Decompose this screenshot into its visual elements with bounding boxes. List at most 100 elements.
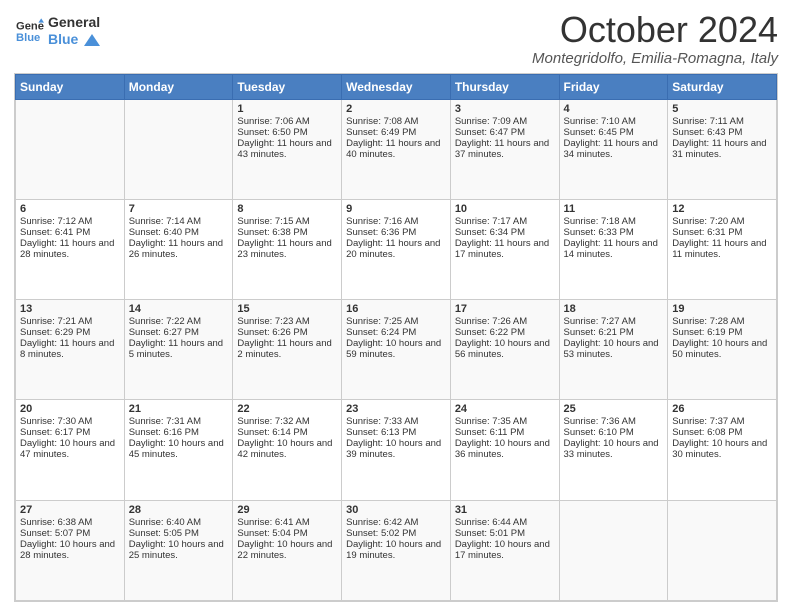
calendar-cell	[124, 99, 233, 199]
day-number: 23	[346, 403, 446, 415]
sunrise-text: Sunrise: 7:20 AM	[672, 216, 772, 227]
calendar-cell: 27Sunrise: 6:38 AMSunset: 5:07 PMDayligh…	[16, 500, 125, 600]
sunrise-text: Sunrise: 6:42 AM	[346, 517, 446, 528]
calendar-cell: 2Sunrise: 7:08 AMSunset: 6:49 PMDaylight…	[342, 99, 451, 199]
day-number: 6	[20, 203, 120, 215]
sunset-text: Sunset: 6:19 PM	[672, 327, 772, 338]
day-number: 30	[346, 504, 446, 516]
day-number: 28	[129, 504, 229, 516]
col-friday: Friday	[559, 74, 668, 99]
calendar-cell: 13Sunrise: 7:21 AMSunset: 6:29 PMDayligh…	[16, 300, 125, 400]
calendar-header: Sunday Monday Tuesday Wednesday Thursday…	[16, 74, 777, 99]
sunrise-text: Sunrise: 7:30 AM	[20, 416, 120, 427]
header: General Blue General Blue October 2024 M…	[14, 10, 778, 67]
sunrise-text: Sunrise: 7:06 AM	[237, 116, 337, 127]
day-number: 21	[129, 403, 229, 415]
sunrise-text: Sunrise: 7:33 AM	[346, 416, 446, 427]
day-number: 14	[129, 303, 229, 315]
day-number: 4	[564, 103, 664, 115]
sunset-text: Sunset: 6:13 PM	[346, 427, 446, 438]
daylight-text: Daylight: 11 hours and 37 minutes.	[455, 138, 555, 160]
calendar-cell: 6Sunrise: 7:12 AMSunset: 6:41 PMDaylight…	[16, 199, 125, 299]
day-number: 1	[237, 103, 337, 115]
sunrise-text: Sunrise: 7:14 AM	[129, 216, 229, 227]
calendar-cell: 28Sunrise: 6:40 AMSunset: 5:05 PMDayligh…	[124, 500, 233, 600]
daylight-text: Daylight: 11 hours and 2 minutes.	[237, 338, 337, 360]
sunset-text: Sunset: 5:07 PM	[20, 528, 120, 539]
daylight-text: Daylight: 11 hours and 14 minutes.	[564, 238, 664, 260]
calendar-week-5: 27Sunrise: 6:38 AMSunset: 5:07 PMDayligh…	[16, 500, 777, 600]
sunset-text: Sunset: 6:49 PM	[346, 127, 446, 138]
calendar-cell: 17Sunrise: 7:26 AMSunset: 6:22 PMDayligh…	[450, 300, 559, 400]
day-number: 24	[455, 403, 555, 415]
calendar-cell: 5Sunrise: 7:11 AMSunset: 6:43 PMDaylight…	[668, 99, 777, 199]
daylight-text: Daylight: 10 hours and 33 minutes.	[564, 438, 664, 460]
logo-icon: General Blue	[16, 17, 44, 45]
day-number: 29	[237, 504, 337, 516]
calendar-cell: 15Sunrise: 7:23 AMSunset: 6:26 PMDayligh…	[233, 300, 342, 400]
day-number: 10	[455, 203, 555, 215]
calendar-cell: 21Sunrise: 7:31 AMSunset: 6:16 PMDayligh…	[124, 400, 233, 500]
col-thursday: Thursday	[450, 74, 559, 99]
sunrise-text: Sunrise: 7:12 AM	[20, 216, 120, 227]
calendar-cell: 3Sunrise: 7:09 AMSunset: 6:47 PMDaylight…	[450, 99, 559, 199]
calendar-body: 1Sunrise: 7:06 AMSunset: 6:50 PMDaylight…	[16, 99, 777, 600]
logo: General Blue General Blue	[14, 14, 100, 48]
calendar-week-4: 20Sunrise: 7:30 AMSunset: 6:17 PMDayligh…	[16, 400, 777, 500]
sunrise-text: Sunrise: 6:41 AM	[237, 517, 337, 528]
daylight-text: Daylight: 11 hours and 20 minutes.	[346, 238, 446, 260]
logo-arrow-icon	[84, 34, 100, 46]
sunrise-text: Sunrise: 7:09 AM	[455, 116, 555, 127]
col-monday: Monday	[124, 74, 233, 99]
calendar-cell: 23Sunrise: 7:33 AMSunset: 6:13 PMDayligh…	[342, 400, 451, 500]
sunrise-text: Sunrise: 7:35 AM	[455, 416, 555, 427]
calendar-cell	[668, 500, 777, 600]
sunset-text: Sunset: 6:21 PM	[564, 327, 664, 338]
day-number: 26	[672, 403, 772, 415]
sunset-text: Sunset: 6:43 PM	[672, 127, 772, 138]
calendar-cell: 8Sunrise: 7:15 AMSunset: 6:38 PMDaylight…	[233, 199, 342, 299]
sunrise-text: Sunrise: 6:38 AM	[20, 517, 120, 528]
daylight-text: Daylight: 10 hours and 19 minutes.	[346, 539, 446, 561]
day-number: 17	[455, 303, 555, 315]
calendar-cell: 22Sunrise: 7:32 AMSunset: 6:14 PMDayligh…	[233, 400, 342, 500]
daylight-text: Daylight: 11 hours and 8 minutes.	[20, 338, 120, 360]
day-number: 8	[237, 203, 337, 215]
calendar-cell	[16, 99, 125, 199]
daylight-text: Daylight: 11 hours and 34 minutes.	[564, 138, 664, 160]
sunrise-text: Sunrise: 7:22 AM	[129, 316, 229, 327]
calendar-cell	[559, 500, 668, 600]
sunset-text: Sunset: 6:40 PM	[129, 227, 229, 238]
day-number: 3	[455, 103, 555, 115]
sunrise-text: Sunrise: 7:37 AM	[672, 416, 772, 427]
sunrise-text: Sunrise: 7:16 AM	[346, 216, 446, 227]
page: General Blue General Blue October 2024 M…	[0, 0, 792, 612]
sunset-text: Sunset: 6:17 PM	[20, 427, 120, 438]
calendar-cell: 16Sunrise: 7:25 AMSunset: 6:24 PMDayligh…	[342, 300, 451, 400]
sunrise-text: Sunrise: 7:28 AM	[672, 316, 772, 327]
daylight-text: Daylight: 11 hours and 31 minutes.	[672, 138, 772, 160]
daylight-text: Daylight: 11 hours and 17 minutes.	[455, 238, 555, 260]
main-title: October 2024	[532, 10, 778, 50]
calendar-cell: 24Sunrise: 7:35 AMSunset: 6:11 PMDayligh…	[450, 400, 559, 500]
calendar-week-3: 13Sunrise: 7:21 AMSunset: 6:29 PMDayligh…	[16, 300, 777, 400]
calendar-table: Sunday Monday Tuesday Wednesday Thursday…	[15, 74, 777, 601]
sunrise-text: Sunrise: 7:21 AM	[20, 316, 120, 327]
title-block: October 2024 Montegridolfo, Emilia-Romag…	[532, 10, 778, 67]
sunset-text: Sunset: 5:05 PM	[129, 528, 229, 539]
calendar-week-2: 6Sunrise: 7:12 AMSunset: 6:41 PMDaylight…	[16, 199, 777, 299]
calendar-cell: 29Sunrise: 6:41 AMSunset: 5:04 PMDayligh…	[233, 500, 342, 600]
calendar-cell: 19Sunrise: 7:28 AMSunset: 6:19 PMDayligh…	[668, 300, 777, 400]
daylight-text: Daylight: 11 hours and 11 minutes.	[672, 238, 772, 260]
subtitle: Montegridolfo, Emilia-Romagna, Italy	[532, 50, 778, 67]
day-number: 5	[672, 103, 772, 115]
svg-text:Blue: Blue	[16, 32, 40, 44]
calendar-cell: 10Sunrise: 7:17 AMSunset: 6:34 PMDayligh…	[450, 199, 559, 299]
day-number: 13	[20, 303, 120, 315]
daylight-text: Daylight: 10 hours and 47 minutes.	[20, 438, 120, 460]
sunrise-text: Sunrise: 7:11 AM	[672, 116, 772, 127]
daylight-text: Daylight: 10 hours and 59 minutes.	[346, 338, 446, 360]
sunset-text: Sunset: 6:31 PM	[672, 227, 772, 238]
sunset-text: Sunset: 6:36 PM	[346, 227, 446, 238]
daylight-text: Daylight: 10 hours and 45 minutes.	[129, 438, 229, 460]
